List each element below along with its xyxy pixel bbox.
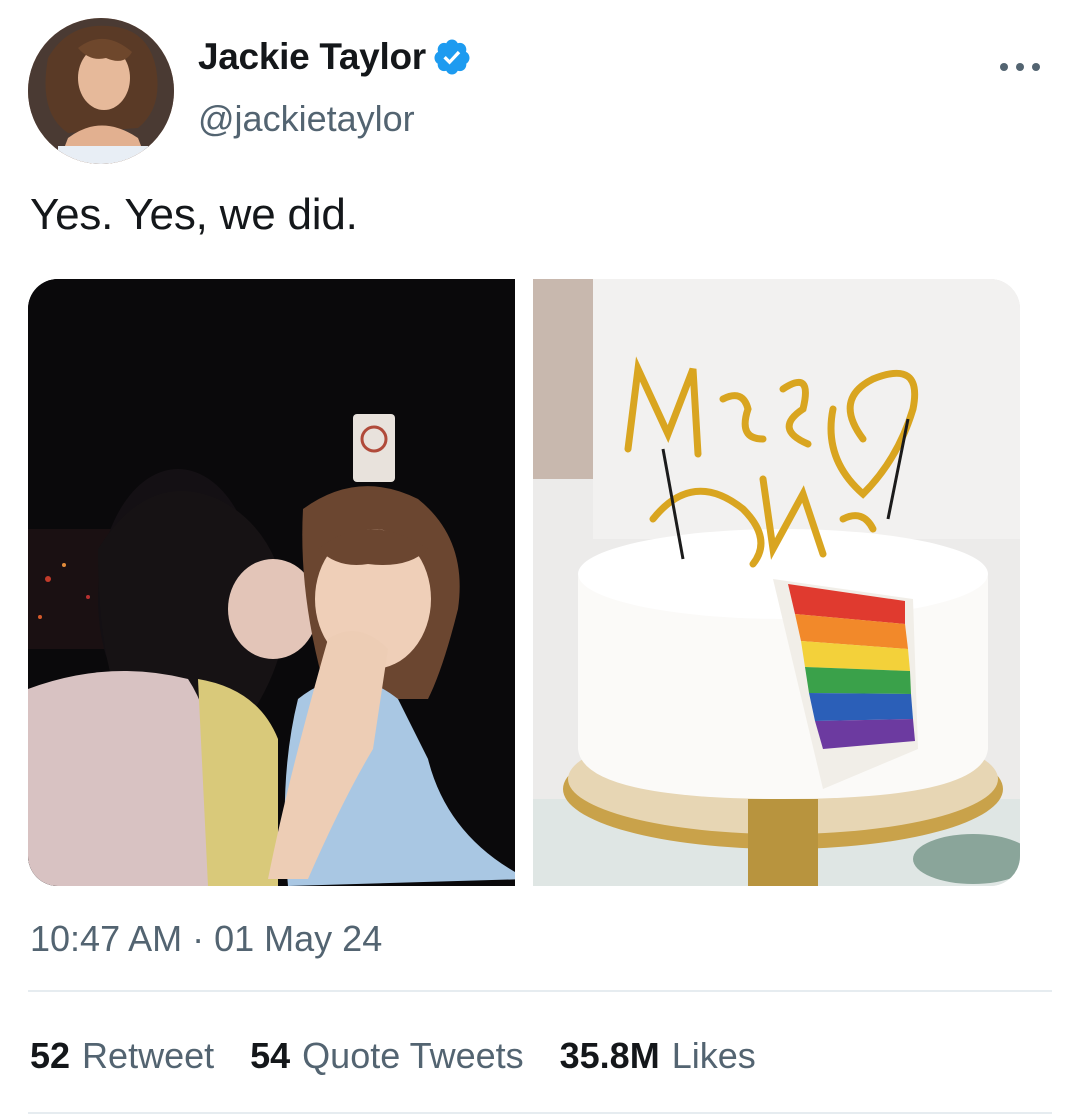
timestamp-separator: · bbox=[192, 918, 205, 959]
media-grid bbox=[28, 279, 1020, 886]
verified-badge-icon bbox=[434, 39, 470, 75]
engagement-stats: 52 Retweet 54 Quote Tweets 35.8M Likes bbox=[30, 1035, 756, 1077]
more-dot bbox=[1016, 63, 1024, 71]
retweet-count: 52 bbox=[30, 1035, 71, 1076]
likes-label: Likes bbox=[671, 1035, 756, 1076]
divider bbox=[28, 1112, 1052, 1114]
retweet-label: Retweet bbox=[82, 1035, 215, 1076]
tweet-card: Jackie Taylor @jackietaylor Yes. Yes, we… bbox=[0, 0, 1080, 1120]
more-dot bbox=[1000, 63, 1008, 71]
divider bbox=[28, 990, 1052, 992]
retweet-stat[interactable]: 52 Retweet bbox=[30, 1035, 214, 1077]
avatar-photo bbox=[28, 18, 174, 164]
tweet-time: 10:47 AM bbox=[30, 918, 183, 959]
more-dot bbox=[1032, 63, 1040, 71]
display-name[interactable]: Jackie Taylor bbox=[198, 36, 426, 78]
likes-count: 35.8M bbox=[559, 1035, 660, 1076]
quote-tweets-count: 54 bbox=[250, 1035, 291, 1076]
avatar[interactable] bbox=[28, 18, 174, 164]
tweet-date: 01 May 24 bbox=[214, 918, 383, 959]
name-row: Jackie Taylor bbox=[198, 36, 472, 78]
photo-couple-kiss[interactable] bbox=[28, 279, 515, 886]
quote-tweets-stat[interactable]: 54 Quote Tweets bbox=[250, 1035, 524, 1077]
handle[interactable]: @jackietaylor bbox=[198, 98, 415, 140]
photo-rainbow-cake[interactable] bbox=[533, 279, 1020, 886]
likes-stat[interactable]: 35.8M Likes bbox=[560, 1035, 756, 1077]
tweet-text: Yes. Yes, we did. bbox=[30, 190, 358, 239]
quote-tweets-label: Quote Tweets bbox=[302, 1035, 524, 1076]
timestamp[interactable]: 10:47 AM · 01 May 24 bbox=[30, 918, 382, 960]
more-options-icon[interactable] bbox=[1000, 52, 1040, 82]
